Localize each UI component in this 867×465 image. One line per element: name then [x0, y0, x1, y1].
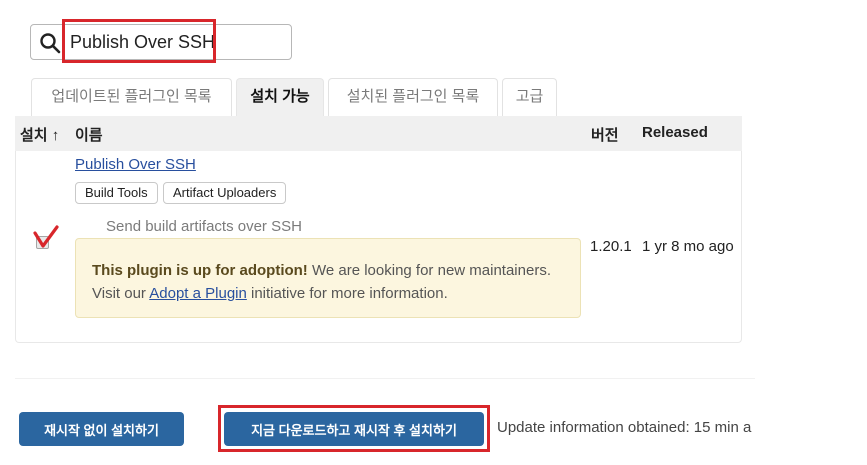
- plugin-released: 1 yr 8 mo ago: [642, 238, 734, 255]
- button-highlight-box: [218, 405, 490, 452]
- divider: [15, 378, 755, 379]
- tag-artifact-uploaders[interactable]: Artifact Uploaders: [163, 182, 287, 204]
- column-header-released[interactable]: Released: [642, 124, 708, 141]
- install-without-restart-button[interactable]: 재시작 없이 설치하기: [19, 412, 184, 446]
- tab-advanced[interactable]: 고급: [502, 78, 557, 116]
- search-icon: [40, 33, 61, 54]
- update-information-text: Update information obtained: 15 min a: [497, 419, 752, 436]
- column-header-name[interactable]: 이름: [75, 124, 103, 145]
- tab-updates[interactable]: 업데이트된 플러그인 목록: [31, 78, 232, 116]
- tag-build-tools[interactable]: Build Tools: [75, 182, 158, 204]
- tab-installed[interactable]: 설치된 플러그인 목록: [328, 78, 498, 116]
- column-header-version[interactable]: 버전: [591, 124, 619, 145]
- plugin-version: 1.20.1: [590, 238, 632, 255]
- table-header: [15, 116, 742, 151]
- search-highlight-box: [62, 19, 216, 63]
- plugin-description: Send build artifacts over SSH: [106, 218, 302, 235]
- tab-available[interactable]: 설치 가능: [236, 78, 324, 116]
- plugin-name-link[interactable]: Publish Over SSH: [75, 156, 196, 173]
- adoption-notice-text-2: initiative for more information.: [246, 285, 448, 302]
- adoption-notice-bold: This plugin is up for adoption!: [92, 262, 308, 279]
- checkmark-annotation-icon: [33, 225, 59, 248]
- column-header-install[interactable]: 설치 ↑: [20, 124, 59, 145]
- adopt-a-plugin-link[interactable]: Adopt a Plugin: [149, 285, 247, 302]
- adoption-notice-text: This plugin is up for adoption! We are l…: [92, 259, 572, 305]
